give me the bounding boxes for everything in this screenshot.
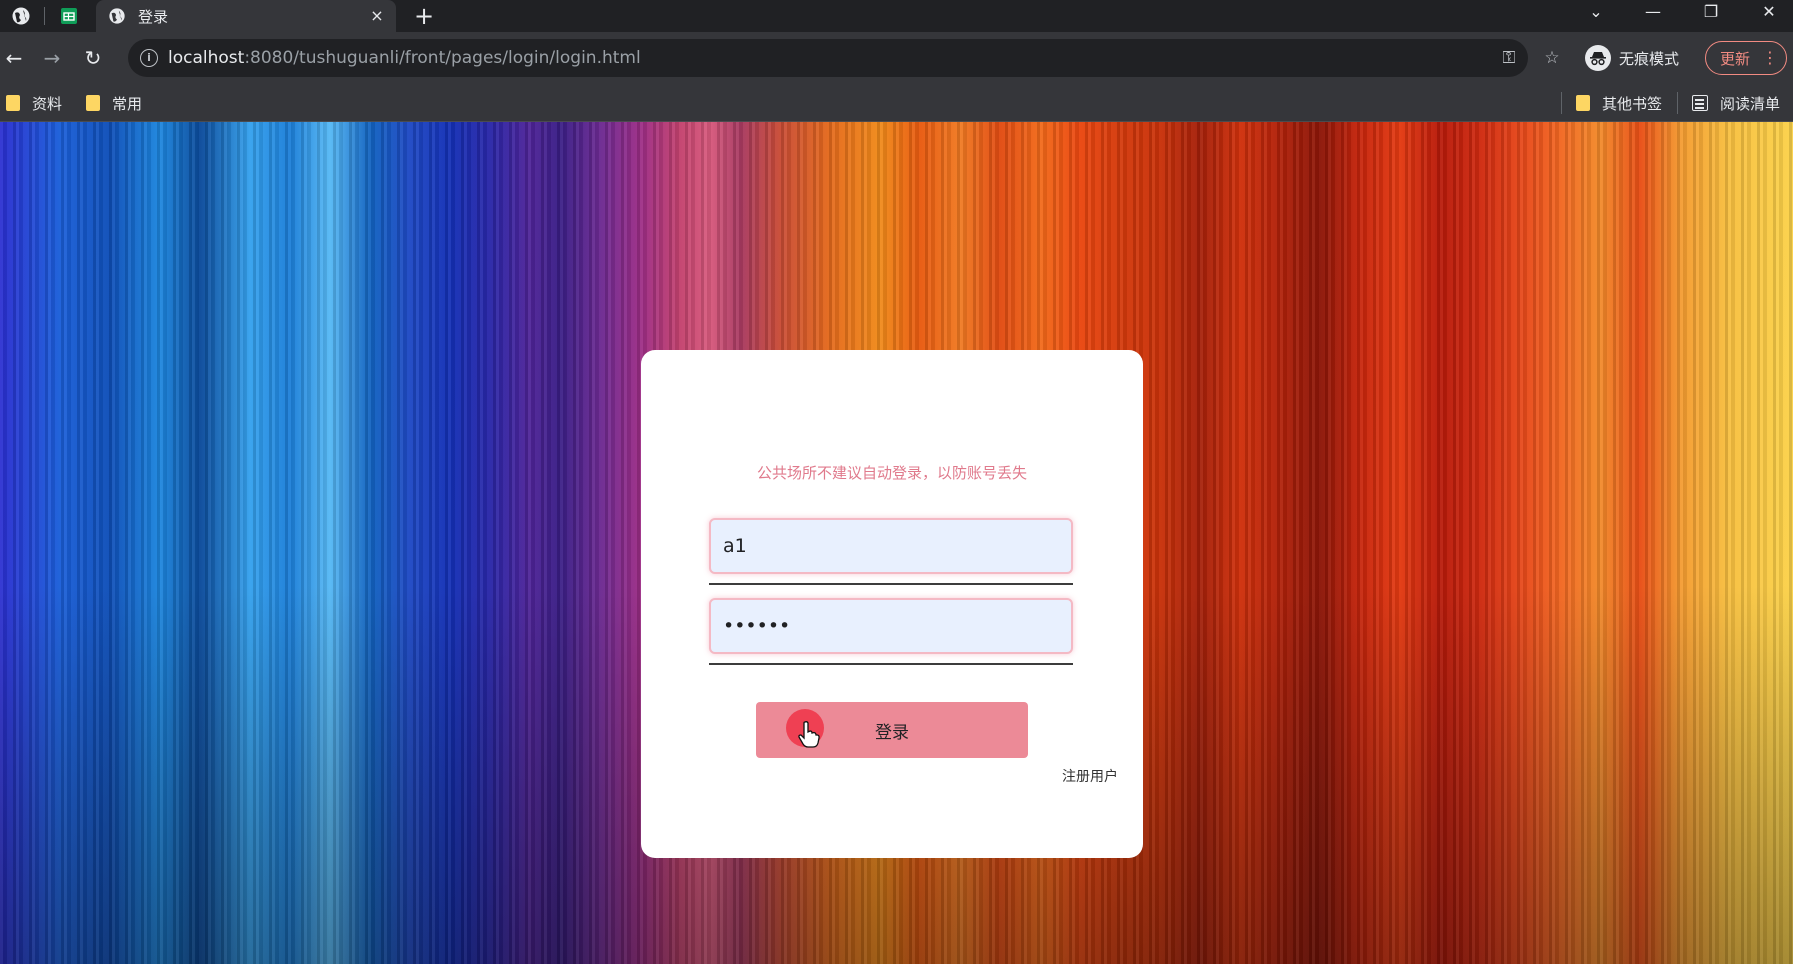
reading-list-icon xyxy=(1692,95,1708,111)
new-tab-button[interactable]: + xyxy=(410,2,438,30)
url-path: :8080/tushuguanli/front/pages/login/logi… xyxy=(244,48,641,68)
login-card: 公共场所不建议自动登录，以防账号丢失 登录 注册用户 xyxy=(641,350,1143,858)
incognito-indicator[interactable]: 无痕模式 xyxy=(1585,40,1679,76)
sheets-icon[interactable] xyxy=(56,3,82,29)
username-input[interactable] xyxy=(709,518,1073,574)
bookmark-folder-ziliao[interactable]: 资料 xyxy=(6,92,62,114)
restore-icon[interactable]: ❐ xyxy=(1693,0,1729,28)
hand-cursor-icon xyxy=(798,721,820,748)
window-close-icon[interactable]: ✕ xyxy=(1751,0,1787,28)
page-background: 公共场所不建议自动登录，以防账号丢失 登录 注册用户 xyxy=(0,122,1793,964)
reading-list-label: 阅读清单 xyxy=(1720,94,1781,113)
update-button[interactable]: 更新 ⋮ xyxy=(1705,41,1787,75)
folder-icon xyxy=(6,95,20,111)
update-label: 更新 xyxy=(1720,49,1751,68)
bookmark-separator xyxy=(1677,92,1678,114)
bookmark-folder-changyong[interactable]: 常用 xyxy=(86,92,142,114)
reload-icon[interactable]: ↻ xyxy=(79,44,107,72)
bookmark-label: 资料 xyxy=(32,94,63,113)
back-arrow-icon[interactable]: ← xyxy=(0,44,28,72)
forward-arrow-icon[interactable]: → xyxy=(38,44,66,72)
close-icon[interactable]: × xyxy=(368,7,386,25)
tab-separator xyxy=(44,7,45,25)
login-notice: 公共场所不建议自动登录，以防账号丢失 xyxy=(756,464,1027,482)
password-input[interactable] xyxy=(709,598,1073,654)
bookmark-separator xyxy=(1561,92,1562,114)
bookmarks-bar: 资料 常用 其他书签 阅读清单 xyxy=(0,84,1793,122)
other-bookmarks-label: 其他书签 xyxy=(1602,94,1663,113)
username-underline xyxy=(709,583,1073,585)
tab-strip: 登录 × + ⌄ — ❐ ✕ xyxy=(0,0,1793,32)
reading-list-button[interactable]: 阅读清单 xyxy=(1692,92,1780,114)
tab-title: 登录 xyxy=(138,7,169,26)
bookmark-label: 常用 xyxy=(112,94,143,113)
url-host: localhost xyxy=(168,48,245,68)
globe-icon xyxy=(108,7,126,25)
minimize-icon[interactable]: — xyxy=(1635,0,1671,28)
url-text[interactable]: localhost:8080/tushuguanli/front/pages/l… xyxy=(168,48,641,68)
folder-icon xyxy=(1576,95,1590,111)
browser-toolbar: ← → ↻ i localhost:8080/tushuguanli/front… xyxy=(0,32,1793,84)
more-vert-icon: ⋮ xyxy=(1762,48,1779,67)
globe-icon[interactable] xyxy=(8,3,34,29)
info-icon[interactable]: i xyxy=(140,49,158,67)
other-bookmarks-button[interactable]: 其他书签 xyxy=(1576,92,1662,114)
chevron-down-icon[interactable]: ⌄ xyxy=(1578,0,1614,28)
key-icon[interactable]: ⚿ xyxy=(1499,48,1519,68)
tab-login[interactable]: 登录 × xyxy=(96,0,396,32)
address-bar[interactable]: i localhost:8080/tushuguanli/front/pages… xyxy=(128,39,1560,77)
register-link[interactable]: 注册用户 xyxy=(1062,766,1118,786)
incognito-label: 无痕模式 xyxy=(1619,49,1680,68)
star-icon[interactable]: ☆ xyxy=(1542,48,1562,68)
password-underline xyxy=(709,663,1073,665)
incognito-icon xyxy=(1585,45,1611,71)
folder-icon xyxy=(86,95,100,111)
